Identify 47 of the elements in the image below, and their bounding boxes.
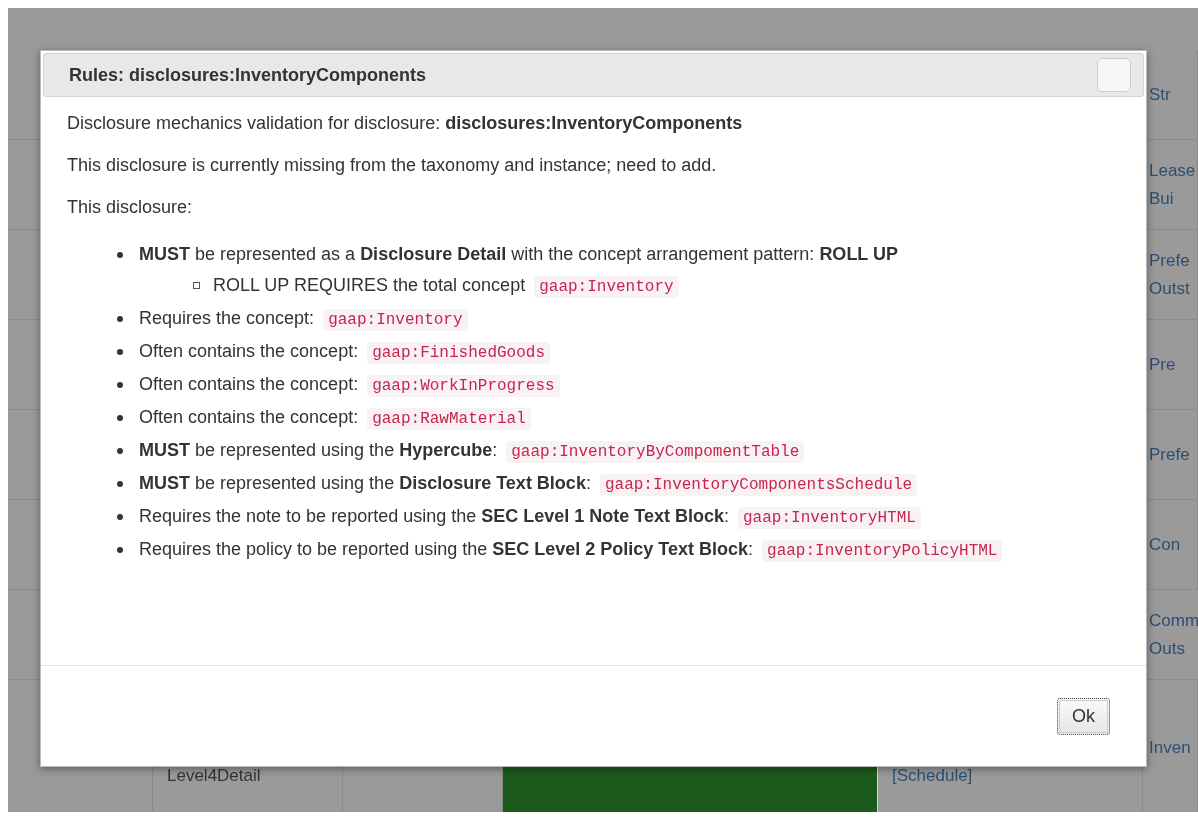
- concept-code: gaap:FinishedGoods: [367, 342, 550, 364]
- table-cell-text: Prefe: [1149, 443, 1191, 466]
- rule-text: Requires the note to be reported using the SEC Level 1 Note Text Block:: [139, 506, 729, 526]
- concept-code: gaap:WorkInProgress: [367, 375, 560, 397]
- table-cell-text: Outst: [1149, 277, 1191, 300]
- paragraph: This disclosure is currently missing from the taxonomy and instance; need to add.: [67, 155, 718, 176]
- bullet-icon: [117, 415, 123, 421]
- bullet-icon: [117, 547, 123, 553]
- concept-code: gaap:InventoryPolicyHTML: [762, 540, 1003, 562]
- rule-text: Often contains the concept:: [139, 407, 359, 427]
- close-button[interactable]: [1097, 58, 1131, 92]
- rule-text: MUST be represented using the Disclosure Text Block:: [139, 473, 591, 493]
- concept-code: gaap:Inventory: [534, 276, 679, 298]
- table-cell-text: Prefe: [1149, 249, 1191, 272]
- concept-code: gaap:RawMaterial: [367, 408, 531, 430]
- bullet-icon: [117, 481, 123, 487]
- table-cell-text: Comm: [1149, 609, 1198, 632]
- bullet-icon: [117, 349, 123, 355]
- table-cell-text: Pre: [1149, 353, 1177, 376]
- paragraph: This disclosure:: [67, 197, 194, 218]
- concept-code: gaap:InventoryComponentsSchedule: [599, 474, 918, 496]
- table-cell-text: Lease: [1149, 159, 1197, 182]
- bullet-icon: [117, 252, 123, 258]
- bullet-icon: [117, 382, 123, 388]
- bullet-icon: [117, 514, 123, 520]
- rule-text: Often contains the concept:: [139, 341, 359, 361]
- rule-text: ROLL UP REQUIRES the total concept: [213, 275, 526, 295]
- table-cell-text: Level4Detail: [167, 765, 262, 787]
- table-cell-text: Str: [1149, 83, 1172, 106]
- bullet-icon: [117, 448, 123, 454]
- rule-text: Requires the concept:: [139, 308, 315, 328]
- square-bullet-icon: [193, 282, 200, 289]
- table-cell-text: Con: [1149, 533, 1182, 556]
- ok-button[interactable]: Ok: [1057, 697, 1110, 735]
- paragraph: Disclosure mechanics validation for disclosure: disclosures:InventoryComponents: [67, 113, 744, 134]
- table-cell-text: Outs: [1149, 637, 1186, 660]
- concept-code: gaap:InventoryHTML: [738, 507, 921, 529]
- table-cell-text: Inven: [1149, 737, 1192, 759]
- rule-text: MUST be represented as a Disclosure Detail with the concept arrangement pattern: ROLL UP: [139, 244, 899, 264]
- table-cell-text: Bui: [1149, 187, 1175, 210]
- rule-text: MUST be represented using the Hypercube:: [139, 440, 498, 460]
- dialog-title: Rules: disclosures:InventoryComponents: [69, 64, 427, 86]
- concept-code: gaap:Inventory: [323, 309, 468, 331]
- concept-code: gaap:InventoryByCompomentTable: [506, 441, 805, 463]
- bullet-icon: [117, 316, 123, 322]
- rule-text: Often contains the concept:: [139, 374, 359, 394]
- rule-text: Requires the policy to be reported using the SEC Level 2 Policy Text Block:: [139, 539, 753, 559]
